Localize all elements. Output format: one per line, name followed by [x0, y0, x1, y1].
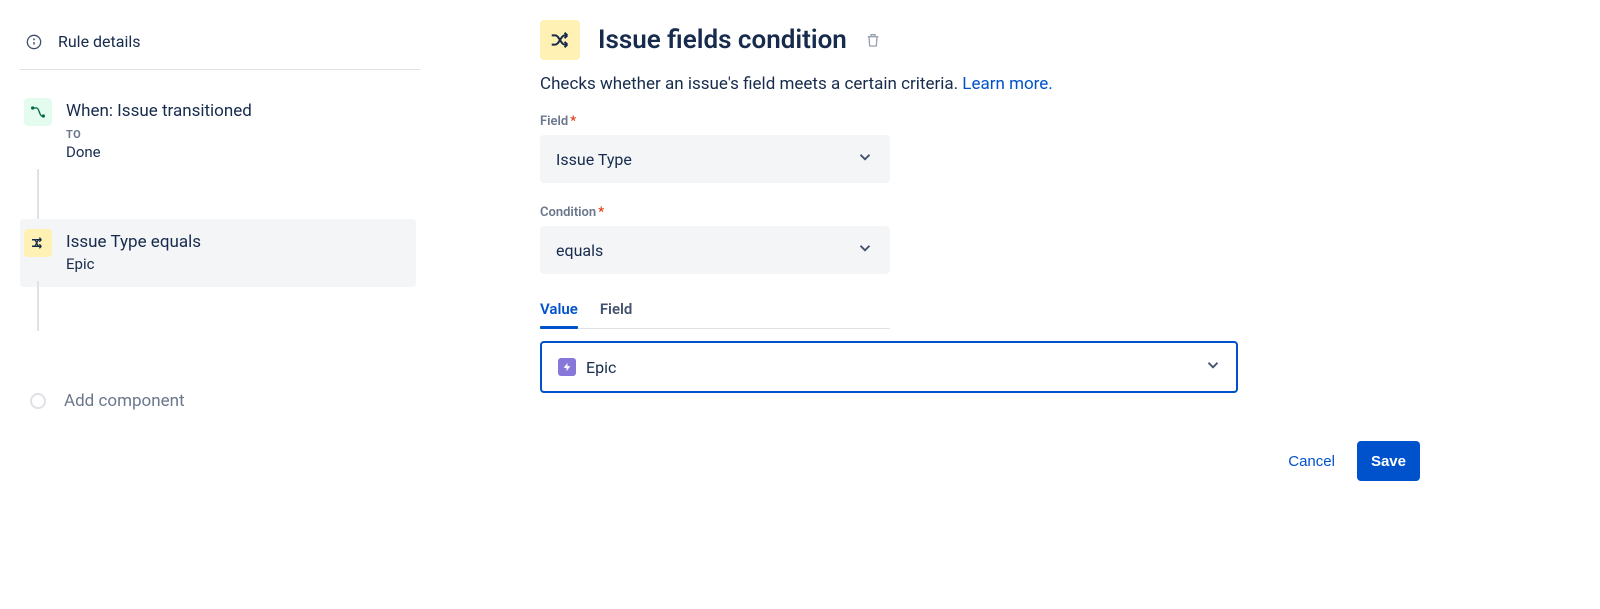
field-select[interactable]: Issue Type — [540, 135, 890, 183]
value-select[interactable]: Epic — [540, 341, 1238, 393]
condition-title: Issue Type equals — [66, 231, 201, 253]
trash-icon[interactable] — [865, 32, 881, 48]
trigger-title: When: Issue transitioned — [66, 100, 252, 122]
field-label-text: Field — [540, 114, 568, 129]
tab-field[interactable]: Field — [600, 296, 633, 328]
add-component-label: Add component — [64, 391, 185, 411]
rule-details-label: Rule details — [58, 32, 141, 51]
trigger-body: When: Issue transitioned TO Done — [66, 98, 252, 161]
shuffle-icon — [540, 20, 580, 60]
rule-chain-sidebar: Rule details When: Issue transitioned TO… — [20, 20, 440, 609]
learn-more-link[interactable]: Learn more. — [962, 74, 1053, 94]
field-select-value: Issue Type — [556, 150, 632, 169]
info-icon — [26, 34, 42, 50]
epic-icon — [558, 358, 576, 376]
panel-description: Checks whether an issue's field meets a … — [540, 74, 1380, 94]
required-star-icon: * — [598, 205, 604, 220]
condition-step[interactable]: Issue Type equals Epic — [20, 219, 416, 287]
form-actions: Cancel Save — [540, 441, 1420, 481]
add-component-button[interactable]: Add component — [20, 331, 420, 411]
value-select-value: Epic — [586, 358, 616, 377]
chevron-down-icon — [856, 239, 874, 261]
panel-header: Issue fields condition — [540, 20, 1380, 60]
comparison-tabs: Value Field — [540, 296, 890, 329]
description-text: Checks whether an issue's field meets a … — [540, 74, 962, 94]
condition-select[interactable]: equals — [540, 226, 890, 274]
condition-config-panel: Issue fields condition Checks whether an… — [440, 20, 1500, 609]
condition-select-value: equals — [556, 241, 603, 260]
required-star-icon: * — [570, 114, 576, 129]
add-component-dot-icon — [30, 393, 46, 409]
condition-body: Issue Type equals Epic — [66, 229, 201, 273]
rule-details-row[interactable]: Rule details — [20, 20, 420, 70]
trigger-sub-value: Done — [66, 143, 252, 161]
trigger-sub-label: TO — [66, 128, 252, 141]
trigger-step[interactable]: When: Issue transitioned TO Done — [20, 88, 420, 175]
cancel-button[interactable]: Cancel — [1274, 441, 1349, 481]
rule-chain: When: Issue transitioned TO Done Issue T… — [20, 88, 420, 411]
panel-title: Issue fields condition — [598, 25, 847, 55]
value-select-left: Epic — [558, 358, 616, 377]
save-button[interactable]: Save — [1357, 441, 1420, 481]
tab-value[interactable]: Value — [540, 296, 578, 328]
chevron-down-icon — [856, 148, 874, 170]
chevron-down-icon — [1204, 356, 1222, 378]
trigger-icon — [24, 98, 52, 126]
condition-sub-value: Epic — [66, 255, 201, 273]
condition-icon — [24, 229, 52, 257]
field-label: Field* — [540, 114, 1380, 129]
condition-label: Condition* — [540, 205, 1380, 220]
condition-label-text: Condition — [540, 205, 596, 220]
